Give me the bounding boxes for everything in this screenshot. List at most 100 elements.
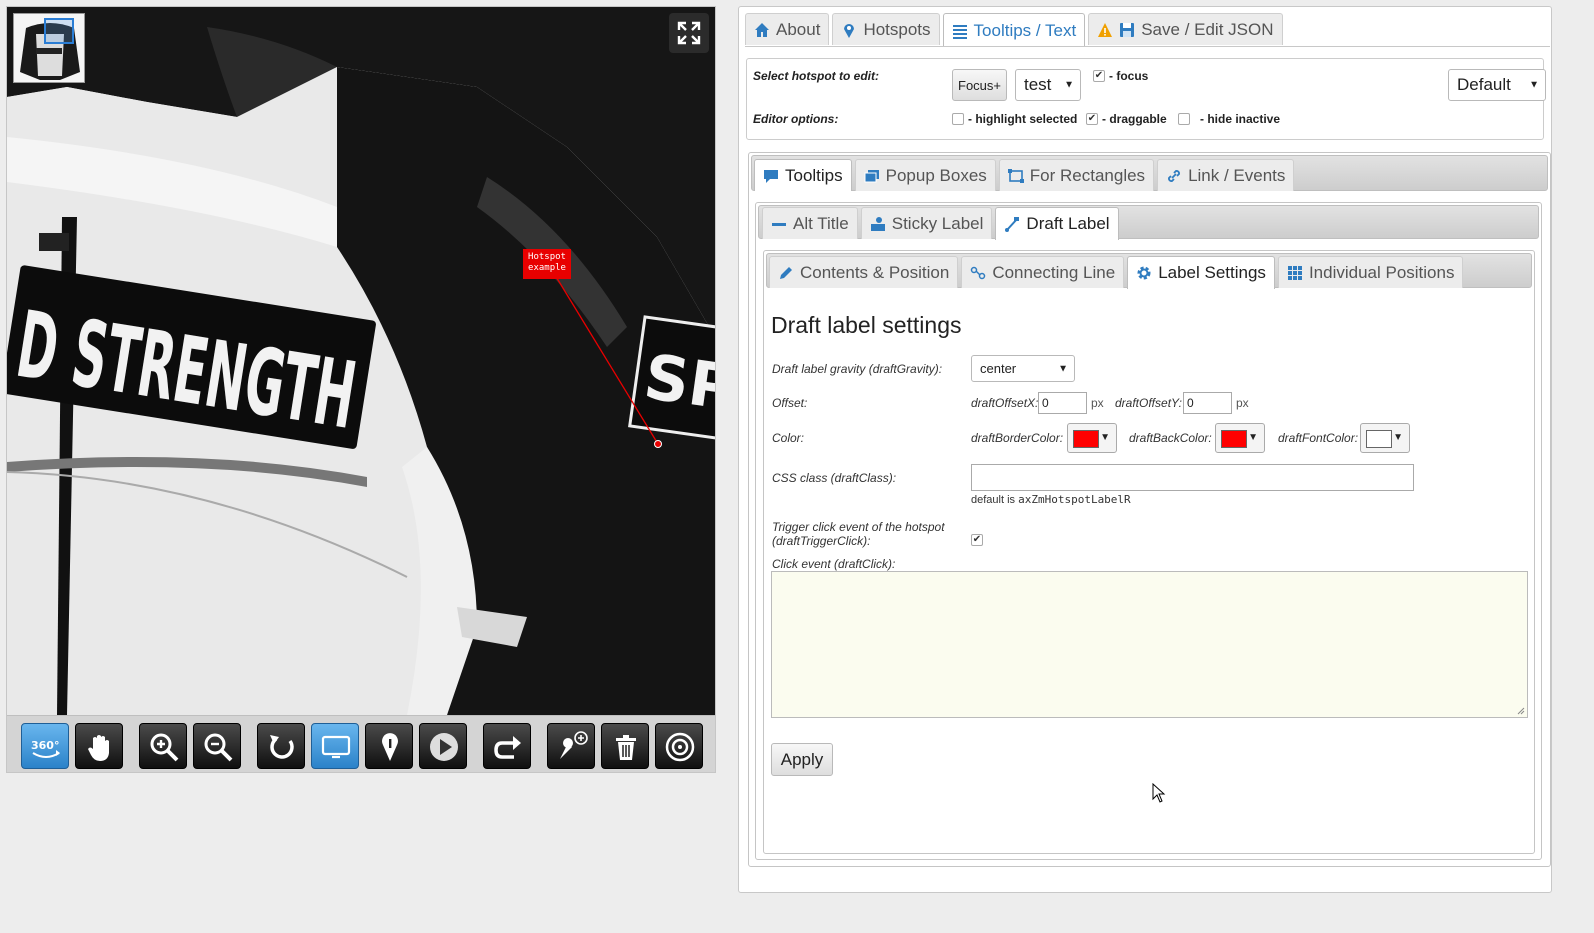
comment-icon — [764, 169, 778, 183]
back-color-picker[interactable]: ▼ — [1215, 423, 1265, 453]
link-icon — [1168, 169, 1180, 182]
offset-y-input[interactable]: 0 — [1183, 392, 1232, 414]
tab-link-events[interactable]: Link / Events — [1157, 159, 1295, 191]
tab-connecting-line-label: Connecting Line — [992, 262, 1116, 282]
tab-for-rectangles[interactable]: For Rectangles — [998, 159, 1155, 191]
tab-popup-boxes[interactable]: Popup Boxes — [854, 159, 996, 191]
trigger-click-checkbox[interactable]: ✔ — [971, 534, 983, 546]
product-image[interactable]: D STRENGTH SP Hotspot example — [7, 7, 715, 715]
connect-icon — [971, 266, 986, 279]
tab-alt-title[interactable]: Alt Title — [762, 207, 858, 239]
spin-button[interactable] — [655, 723, 703, 769]
tab-tooltips[interactable]: Tooltips — [754, 159, 852, 191]
hand-icon — [88, 735, 109, 761]
draggable-label: - draggable — [1102, 112, 1167, 126]
tab-draft-label[interactable]: Draft Label — [995, 207, 1119, 240]
reset-button[interactable] — [257, 723, 305, 769]
settings-tabs: Contents & Position Connecting Line Labe… — [769, 256, 1464, 289]
hide-inactive-checkbox[interactable] — [1178, 113, 1190, 125]
resize-handle-icon[interactable] — [1517, 707, 1525, 715]
tab-individual-positions[interactable]: Individual Positions — [1277, 256, 1464, 288]
popup-icon — [864, 169, 879, 182]
tab-about-label: About — [776, 19, 821, 39]
color-label: Color: — [772, 431, 805, 445]
offset-x-input[interactable]: 0 — [1038, 392, 1087, 414]
label-settings-section — [763, 250, 1535, 854]
navigator-thumbnail[interactable] — [13, 13, 85, 83]
border-color-picker[interactable]: ▼ — [1067, 423, 1117, 453]
hotspot-info-button[interactable] — [365, 723, 413, 769]
360-rotate-button[interactable]: 360° — [21, 723, 69, 769]
gravity-select[interactable]: center ▼ — [971, 355, 1075, 382]
add-hotspot-button[interactable] — [547, 723, 595, 769]
preset-select[interactable]: Default ▼ — [1448, 69, 1546, 101]
image-viewer[interactable]: D STRENGTH SP Hotspot example 360° — [6, 6, 716, 773]
tab-hotspots-label: Hotspots — [863, 19, 931, 39]
draggable-checkbox[interactable]: ✔ — [1086, 113, 1098, 125]
tab-sticky-label-label: Sticky Label — [891, 213, 984, 233]
focus-checkbox[interactable]: ✔ — [1093, 70, 1105, 82]
pan-button[interactable] — [75, 723, 123, 769]
trash-icon — [616, 735, 636, 760]
trigger-click-label-line1: Trigger click event of the hotspot — [772, 520, 945, 534]
tab-save-edit-json[interactable]: Save / Edit JSON — [1088, 13, 1283, 45]
redo-icon — [494, 736, 521, 759]
tab-label-settings-label: Label Settings — [1158, 263, 1266, 282]
redo-button[interactable] — [483, 723, 531, 769]
focus-plus-button[interactable]: Focus+ — [952, 69, 1007, 101]
offset-x-unit: px — [1091, 396, 1104, 410]
home-icon — [755, 22, 769, 37]
tab-individual-positions-label: Individual Positions — [1308, 262, 1455, 282]
zoom-out-button[interactable] — [193, 723, 241, 769]
label-tabs: Alt Title Sticky Label Draft Label — [762, 207, 1119, 240]
tab-connecting-line[interactable]: Connecting Line — [961, 256, 1125, 288]
font-color-picker[interactable]: ▼ — [1360, 423, 1410, 453]
zoom-in-button[interactable] — [139, 723, 187, 769]
tab-tooltips-text[interactable]: Tooltips / Text — [942, 13, 1086, 47]
minus-icon — [772, 222, 786, 226]
delete-button[interactable] — [601, 723, 649, 769]
tab-tooltips-text-label: Tooltips / Text — [973, 20, 1077, 40]
display-mode-button[interactable] — [311, 723, 359, 769]
pencil-icon — [780, 266, 792, 279]
mouse-cursor-icon — [1152, 783, 1166, 803]
tab-contents-position-label: Contents & Position — [800, 262, 950, 282]
border-color-label: draftBorderColor: — [971, 431, 1064, 445]
dropdown-caret-icon: ▼ — [1100, 432, 1110, 443]
apply-button[interactable]: Apply — [771, 743, 833, 776]
list-icon — [952, 24, 967, 39]
tab-about[interactable]: About — [745, 13, 830, 45]
user-label-icon — [870, 216, 885, 231]
hotspot-marker[interactable] — [654, 440, 662, 448]
viewer-toolbar: 360° — [7, 715, 715, 772]
offset-label: Offset: — [772, 396, 808, 410]
back-color-label: draftBackColor: — [1129, 431, 1212, 445]
dropdown-caret-icon: ▼ — [1064, 79, 1074, 91]
play-button[interactable] — [419, 723, 467, 769]
select-hotspot-label: Select hotspot to edit: — [753, 69, 879, 83]
highlight-selected-label: - highlight selected — [968, 112, 1078, 126]
gear-icon — [1137, 266, 1151, 280]
tab-link-events-label: Link / Events — [1188, 165, 1286, 185]
tab-contents-position[interactable]: Contents & Position — [769, 256, 959, 288]
hotspot-select-value: test — [1024, 75, 1052, 94]
tab-label-settings[interactable]: Label Settings — [1127, 256, 1275, 289]
main-tabs: About Hotspots Tooltips / Text Save / Ed… — [745, 13, 1283, 47]
offset-y-label: draftOffsetY: — [1115, 396, 1182, 410]
css-class-input[interactable] — [971, 464, 1414, 491]
tab-sticky-label[interactable]: Sticky Label — [860, 207, 993, 239]
fullscreen-button[interactable] — [669, 13, 709, 53]
viewport-selector[interactable] — [44, 18, 74, 44]
zoom-in-icon — [150, 733, 179, 762]
click-event-label: Click event (draftClick): — [772, 557, 896, 571]
hotspot-select[interactable]: test ▼ — [1015, 69, 1081, 101]
svg-text:360°: 360° — [31, 739, 59, 752]
back-color-swatch — [1221, 430, 1247, 448]
trigger-click-label-line2: (draftTriggerClick): — [772, 534, 871, 548]
click-event-textarea[interactable] — [771, 571, 1528, 718]
hide-inactive-label: - hide inactive — [1200, 112, 1281, 126]
highlight-selected-checkbox[interactable] — [952, 113, 964, 125]
tab-hotspots[interactable]: Hotspots — [832, 13, 940, 45]
hotspot-draft-label[interactable]: Hotspot example — [523, 249, 571, 279]
dropdown-caret-icon: ▼ — [1393, 432, 1403, 443]
